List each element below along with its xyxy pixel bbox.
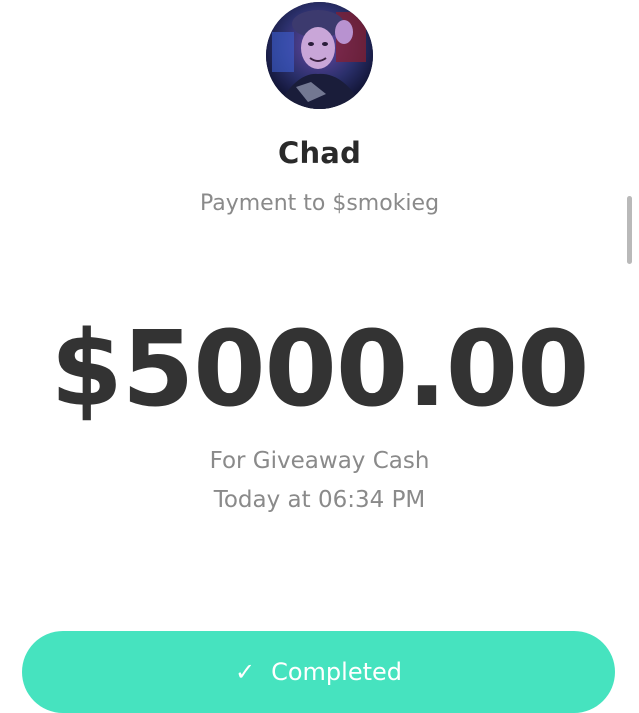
payment-receipt-screen: Chad Payment to $smokieg $5000.00 For Gi… <box>0 0 639 713</box>
payment-amount: $5000.00 <box>50 308 589 430</box>
recipient-subtitle: Payment to $smokieg <box>199 191 440 216</box>
payment-timestamp: Today at 06:34 PM <box>213 487 426 513</box>
status-label: Completed <box>271 658 402 686</box>
payment-note: For Giveaway Cash <box>209 448 430 474</box>
scrollbar[interactable] <box>627 196 632 264</box>
avatar <box>266 2 373 109</box>
check-icon: ✓ <box>234 658 256 686</box>
recipient-name: Chad <box>277 136 362 170</box>
completed-status-button[interactable]: ✓ Completed <box>22 631 615 713</box>
